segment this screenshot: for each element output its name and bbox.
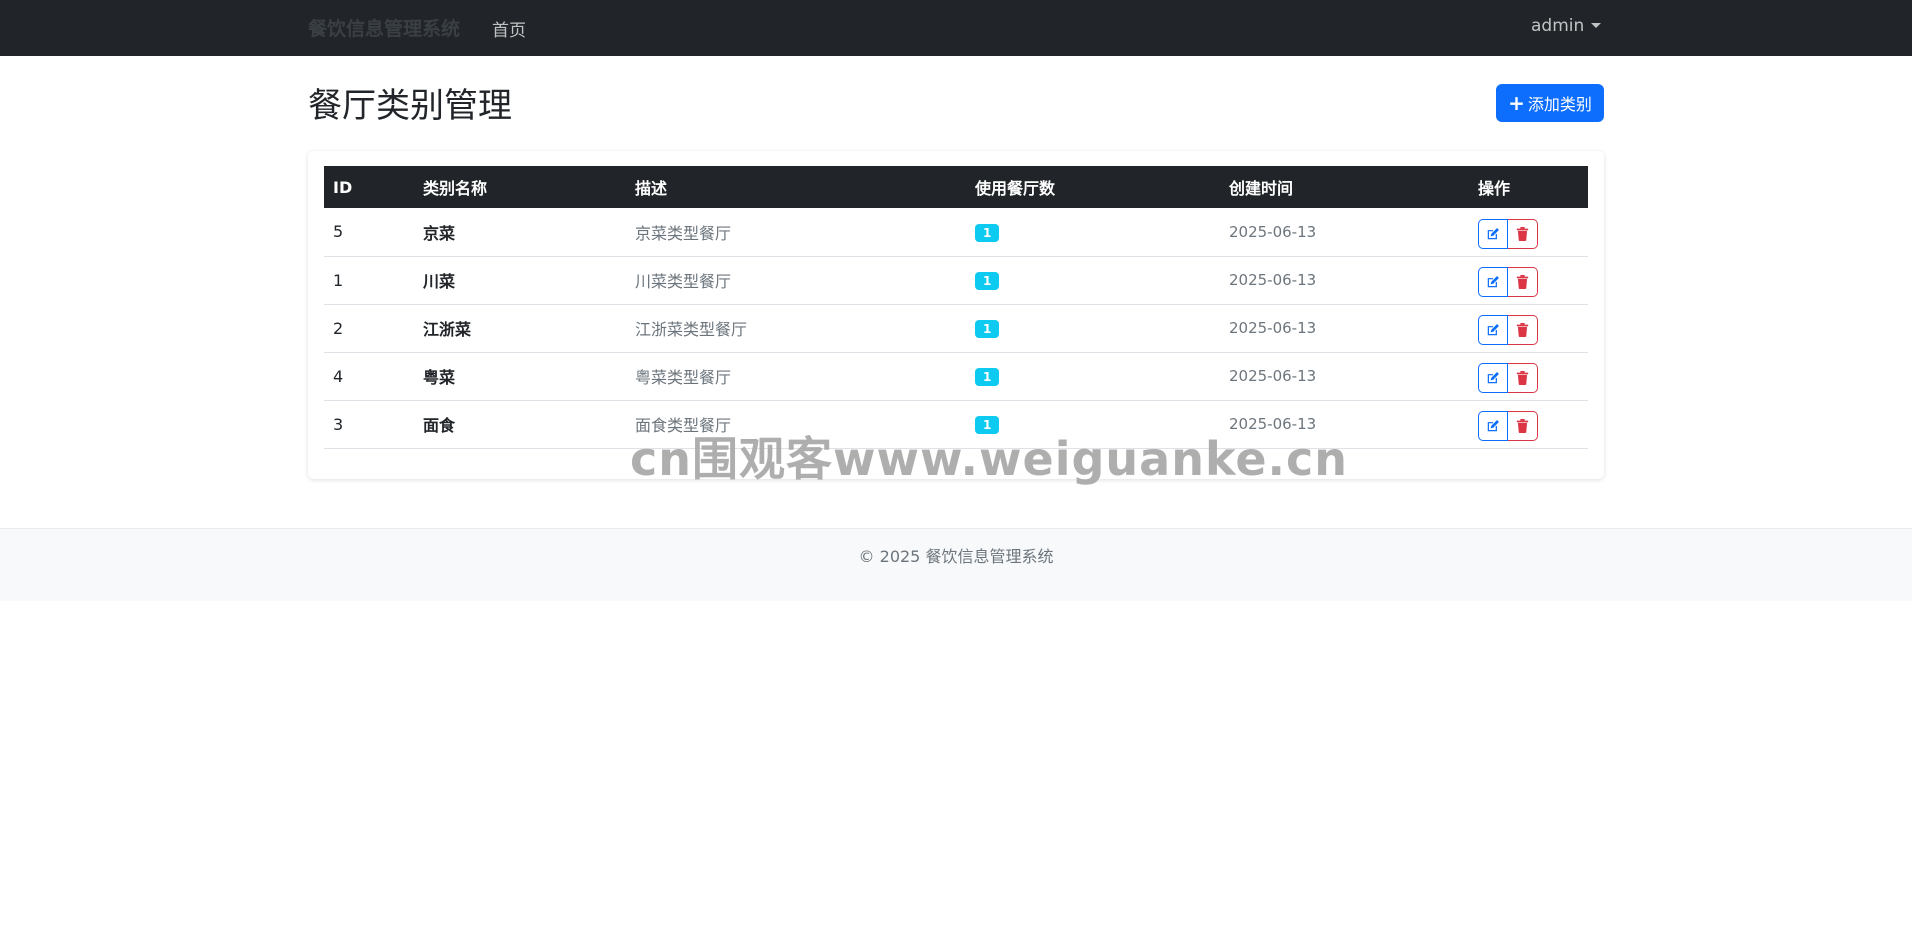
count-badge: 1 xyxy=(975,272,1000,290)
edit-icon xyxy=(1487,324,1499,336)
edit-icon xyxy=(1487,372,1499,384)
user-menu[interactable]: admin xyxy=(1531,16,1602,36)
trash-icon xyxy=(1516,419,1529,433)
cell-id: 4 xyxy=(324,352,414,400)
header-name: 类别名称 xyxy=(423,179,488,198)
row-id: 2 xyxy=(333,318,344,338)
table-row: 5 京菜 京菜类型餐厅 1 2025-06-13 xyxy=(324,208,1588,256)
table-row: 4 粤菜 粤菜类型餐厅 1 2025-06-13 xyxy=(324,352,1588,400)
add-category-button[interactable]: + 添加类别 xyxy=(1496,84,1604,122)
cell-name: 江浙菜 xyxy=(414,304,626,352)
row-actions xyxy=(1478,267,1538,297)
cell-name: 面食 xyxy=(414,400,626,448)
row-date: 2025-06-13 xyxy=(1229,222,1317,241)
row-name: 粤菜 xyxy=(423,368,456,387)
delete-button[interactable] xyxy=(1508,315,1538,345)
edit-icon xyxy=(1487,227,1499,239)
edit-icon xyxy=(1487,420,1499,432)
count-badge: 1 xyxy=(975,223,1000,242)
header-count: 使用餐厅数 xyxy=(975,179,1056,198)
cell-actions xyxy=(1469,352,1588,400)
nav-home-link[interactable]: 首页 xyxy=(492,16,526,41)
row-desc: 江浙菜类型餐厅 xyxy=(635,320,748,339)
trash-icon xyxy=(1516,371,1529,385)
edit-button[interactable] xyxy=(1478,218,1508,249)
count-badge: 1 xyxy=(975,320,1000,338)
row-desc: 粤菜类型餐厅 xyxy=(635,368,732,387)
row-actions xyxy=(1478,315,1538,345)
cell-date: 2025-06-13 xyxy=(1220,208,1469,256)
row-date: 2025-06-13 xyxy=(1229,271,1317,289)
cell-actions xyxy=(1469,400,1588,448)
row-name: 面食 xyxy=(423,416,456,435)
row-name: 江浙菜 xyxy=(423,320,472,339)
watermark: cn围观客www.weiguanke.cn xyxy=(630,432,1349,486)
row-id: 5 xyxy=(333,222,344,242)
edit-icon xyxy=(1487,276,1499,288)
row-name: 川菜 xyxy=(423,272,456,291)
delete-button[interactable] xyxy=(1508,218,1538,249)
row-date: 2025-06-13 xyxy=(1229,367,1317,385)
footer-text: © 2025 餐饮信息管理系统 xyxy=(858,547,1054,566)
count-badge: 1 xyxy=(975,368,1000,386)
table-row: 2 江浙菜 江浙菜类型餐厅 1 2025-06-13 xyxy=(324,304,1588,352)
row-id: 3 xyxy=(333,414,344,434)
caret-down-icon xyxy=(1591,23,1602,28)
edit-button[interactable] xyxy=(1478,363,1508,393)
cell-count: 1 xyxy=(966,256,1220,304)
cell-date: 2025-06-13 xyxy=(1220,304,1469,352)
row-desc: 川菜类型餐厅 xyxy=(635,272,732,291)
edit-button[interactable] xyxy=(1478,267,1508,297)
header-desc: 描述 xyxy=(635,179,668,198)
edit-button[interactable] xyxy=(1478,411,1508,441)
page-title: 餐厅类别管理 xyxy=(308,86,512,126)
row-desc: 京菜类型餐厅 xyxy=(635,223,732,243)
header-id: ID xyxy=(333,177,353,197)
row-actions xyxy=(1478,363,1538,393)
add-category-label: 添加类别 xyxy=(1527,95,1592,114)
cell-desc: 粤菜类型餐厅 xyxy=(626,352,966,400)
cell-desc: 京菜类型餐厅 xyxy=(626,208,966,256)
cell-desc: 江浙菜类型餐厅 xyxy=(626,304,966,352)
cell-id: 3 xyxy=(324,400,414,448)
delete-button[interactable] xyxy=(1508,267,1538,297)
edit-button[interactable] xyxy=(1478,315,1508,345)
cell-count: 1 xyxy=(966,208,1220,256)
cell-actions xyxy=(1469,208,1588,256)
cell-count: 1 xyxy=(966,304,1220,352)
category-table: ID 类别名称 描述 使用餐厅数 创建时间 操作 5 京菜 京菜类型餐厅 1 2… xyxy=(324,166,1588,449)
cell-name: 京菜 xyxy=(414,208,626,256)
cell-id: 2 xyxy=(324,304,414,352)
cell-count: 1 xyxy=(966,352,1220,400)
header-actions: 操作 xyxy=(1478,179,1511,198)
table-header-row: ID 类别名称 描述 使用餐厅数 创建时间 操作 xyxy=(324,166,1588,208)
cell-name: 川菜 xyxy=(414,256,626,304)
row-actions xyxy=(1478,218,1538,249)
row-date: 2025-06-13 xyxy=(1229,319,1317,337)
trash-icon xyxy=(1516,275,1529,289)
row-id: 4 xyxy=(333,366,344,386)
footer: © 2025 餐饮信息管理系统 xyxy=(0,528,1912,601)
plus-icon: + xyxy=(1508,91,1525,115)
row-actions xyxy=(1478,411,1538,441)
user-name: admin xyxy=(1531,16,1585,36)
cell-desc: 川菜类型餐厅 xyxy=(626,256,966,304)
delete-button[interactable] xyxy=(1508,363,1538,393)
row-name: 京菜 xyxy=(423,223,456,243)
row-id: 1 xyxy=(333,270,344,290)
cell-actions xyxy=(1469,304,1588,352)
trash-icon xyxy=(1516,323,1529,337)
table-row: 1 川菜 川菜类型餐厅 1 2025-06-13 xyxy=(324,256,1588,304)
brand-title[interactable]: 餐饮信息管理系统 xyxy=(308,14,460,41)
trash-icon xyxy=(1516,226,1529,241)
navbar: 餐饮信息管理系统 首页 admin xyxy=(0,0,1912,56)
cell-id: 1 xyxy=(324,256,414,304)
header-date: 创建时间 xyxy=(1229,179,1294,198)
cell-id: 5 xyxy=(324,208,414,256)
cell-date: 2025-06-13 xyxy=(1220,256,1469,304)
delete-button[interactable] xyxy=(1508,411,1538,441)
cell-date: 2025-06-13 xyxy=(1220,352,1469,400)
cell-name: 粤菜 xyxy=(414,352,626,400)
cell-actions xyxy=(1469,256,1588,304)
